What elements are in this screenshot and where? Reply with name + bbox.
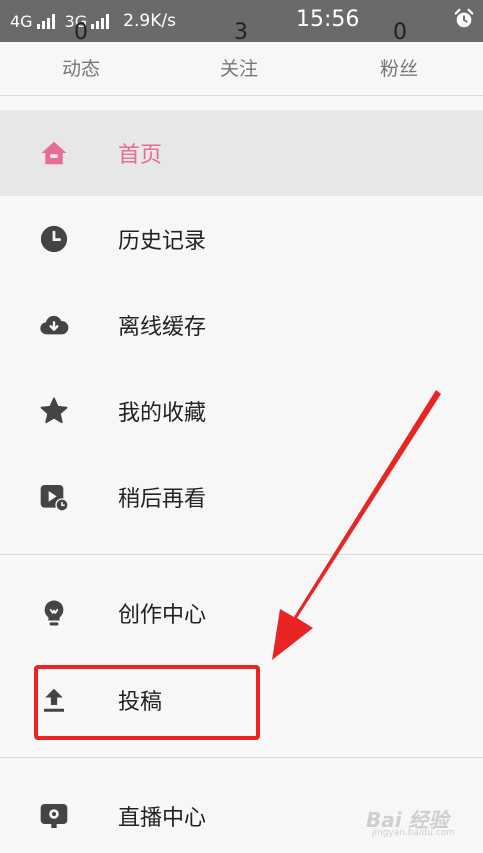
divider	[0, 95, 483, 96]
clock-icon	[38, 223, 70, 255]
watermark-logo: Bai 经验 jingyan.baidu.com	[366, 798, 476, 842]
menu-item-favorites[interactable]: 我的收藏	[0, 368, 483, 454]
watch-later-icon	[38, 481, 70, 513]
cloud-download-icon	[38, 309, 70, 341]
menu-item-offline-cache[interactable]: 离线缓存	[0, 282, 483, 368]
stat-following[interactable]: 关注	[220, 54, 258, 81]
menu-item-label: 首页	[118, 143, 163, 168]
watermark-sub: jingyan.baidu.com	[372, 828, 456, 838]
lightbulb-icon	[38, 597, 70, 629]
menu-item-label: 直播中心	[118, 806, 207, 831]
menu-item-home[interactable]: 首页	[0, 110, 483, 196]
star-icon	[38, 395, 70, 427]
status-bar-overlay	[0, 0, 483, 42]
stat-fans[interactable]: 粉丝	[380, 54, 418, 81]
menu-item-label: 历史记录	[118, 229, 207, 254]
menu-item-label: 离线缓存	[118, 315, 207, 340]
divider	[0, 757, 483, 758]
live-tv-icon	[38, 800, 70, 832]
menu-item-label: 我的收藏	[118, 401, 207, 426]
home-icon	[38, 137, 70, 169]
stat-dynamic[interactable]: 动态	[62, 54, 100, 81]
divider	[0, 554, 483, 555]
menu-item-history[interactable]: 历史记录	[0, 196, 483, 282]
menu-item-label: 创作中心	[118, 603, 207, 628]
menu-item-creation-center[interactable]: 创作中心	[0, 570, 483, 656]
annotation-highlight-box	[34, 665, 260, 740]
menu-item-watch-later[interactable]: 稍后再看	[0, 454, 483, 540]
menu-item-label: 稍后再看	[118, 487, 207, 512]
